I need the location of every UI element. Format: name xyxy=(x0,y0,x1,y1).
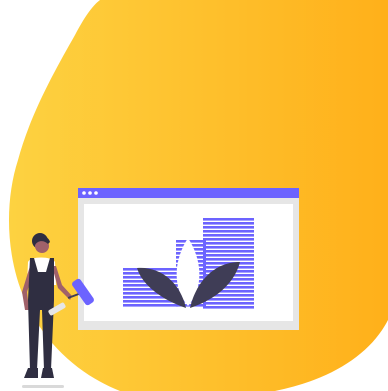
stripe-line xyxy=(203,306,254,309)
stripe-line xyxy=(203,258,254,261)
shadow xyxy=(22,385,64,388)
stripe-line xyxy=(203,250,254,253)
stripe-line xyxy=(203,302,254,305)
stripe-line xyxy=(203,230,254,233)
stripe-line xyxy=(203,238,254,241)
stripe-line xyxy=(203,226,254,229)
window-dot xyxy=(82,191,86,195)
stripe-line xyxy=(203,246,254,249)
window-titlebar xyxy=(78,188,299,198)
browser-window-icon xyxy=(78,188,299,330)
stripe-line xyxy=(203,218,254,221)
stripe-line xyxy=(176,240,206,243)
left-shoe xyxy=(24,368,38,378)
window-dot xyxy=(88,191,92,195)
stripe-line xyxy=(203,254,254,257)
window-dot xyxy=(94,191,98,195)
stripe-line xyxy=(123,304,178,307)
stripe-line xyxy=(203,242,254,245)
illustration-canvas xyxy=(0,0,388,391)
hero-illustration xyxy=(8,0,388,391)
stripe-line xyxy=(203,222,254,225)
right-shoe xyxy=(41,368,54,378)
stripe-line xyxy=(203,234,254,237)
